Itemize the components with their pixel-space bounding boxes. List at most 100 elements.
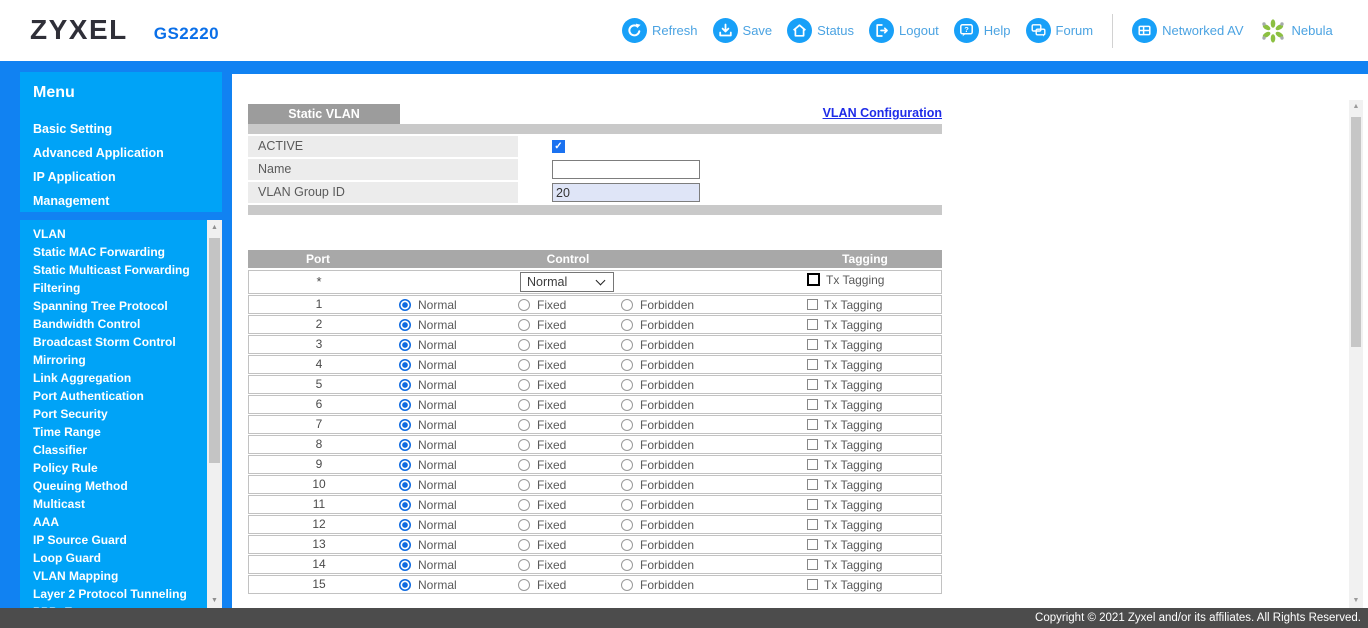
tx-tagging-checkbox[interactable] [807, 299, 818, 310]
sidebar-subitem-layer-2-protocol-tunneling[interactable]: Layer 2 Protocol Tunneling [33, 585, 205, 603]
control-radio-normal[interactable]: Normal [399, 476, 457, 493]
radio-selected-icon[interactable] [399, 299, 411, 311]
nebula-button[interactable]: Nebula [1259, 17, 1333, 45]
control-radio-forbidden[interactable]: Forbidden [621, 516, 694, 533]
control-radio-fixed[interactable]: Fixed [518, 376, 566, 393]
sidebar-subitem-multicast[interactable]: Multicast [33, 495, 205, 513]
control-radio-fixed[interactable]: Fixed [518, 416, 566, 433]
sidebar-subitem-mirroring[interactable]: Mirroring [33, 351, 205, 369]
control-radio-normal[interactable]: Normal [399, 296, 457, 313]
radio-unselected-icon[interactable] [621, 519, 633, 531]
name-input[interactable] [552, 160, 700, 179]
control-radio-normal[interactable]: Normal [399, 496, 457, 513]
tx-tagging-checkbox[interactable] [807, 559, 818, 570]
radio-unselected-icon[interactable] [621, 539, 633, 551]
control-radio-fixed[interactable]: Fixed [518, 336, 566, 353]
tx-tagging-checkbox[interactable] [807, 519, 818, 530]
sidebar-scrollbar[interactable]: ▲ ▼ [207, 220, 222, 608]
radio-selected-icon[interactable] [399, 519, 411, 531]
sidebar-subitem-port-security[interactable]: Port Security [33, 405, 205, 423]
control-radio-normal[interactable]: Normal [399, 536, 457, 553]
tx-tagging-checkbox[interactable] [807, 439, 818, 450]
sidebar-subitem-classifier[interactable]: Classifier [33, 441, 205, 459]
radio-unselected-icon[interactable] [621, 379, 633, 391]
radio-unselected-icon[interactable] [518, 399, 530, 411]
active-checkbox[interactable]: ✓ [552, 140, 565, 153]
radio-selected-icon[interactable] [399, 539, 411, 551]
radio-unselected-icon[interactable] [518, 359, 530, 371]
sidebar-item-management[interactable]: Management [33, 189, 164, 213]
control-radio-fixed[interactable]: Fixed [518, 396, 566, 413]
control-radio-normal[interactable]: Normal [399, 576, 457, 593]
control-radio-normal[interactable]: Normal [399, 556, 457, 573]
radio-unselected-icon[interactable] [621, 359, 633, 371]
vlan-group-id-input[interactable] [552, 183, 700, 202]
tx-tagging-checkbox[interactable] [807, 539, 818, 550]
networked-av-button[interactable]: Networked AV [1132, 18, 1243, 43]
sidebar-subitem-aaa[interactable]: AAA [33, 513, 205, 531]
radio-selected-icon[interactable] [399, 339, 411, 351]
radio-unselected-icon[interactable] [621, 559, 633, 571]
control-radio-fixed[interactable]: Fixed [518, 296, 566, 313]
radio-unselected-icon[interactable] [621, 439, 633, 451]
tx-tagging-checkbox[interactable] [807, 579, 818, 590]
scroll-down-icon[interactable]: ▼ [207, 593, 222, 608]
sidebar-item-basic-setting[interactable]: Basic Setting [33, 117, 164, 141]
sidebar-subitem-time-range[interactable]: Time Range [33, 423, 205, 441]
radio-selected-icon[interactable] [399, 479, 411, 491]
scroll-up-icon[interactable]: ▲ [1349, 100, 1363, 114]
radio-unselected-icon[interactable] [518, 459, 530, 471]
radio-unselected-icon[interactable] [621, 459, 633, 471]
sidebar-subitem-spanning-tree-protocol[interactable]: Spanning Tree Protocol [33, 297, 205, 315]
sidebar-subitem-vlan[interactable]: VLAN [33, 225, 205, 243]
radio-selected-icon[interactable] [399, 439, 411, 451]
control-radio-forbidden[interactable]: Forbidden [621, 556, 694, 573]
sidebar-subitem-port-authentication[interactable]: Port Authentication [33, 387, 205, 405]
control-radio-normal[interactable]: Normal [399, 436, 457, 453]
scroll-down-icon[interactable]: ▼ [1349, 594, 1363, 608]
radio-unselected-icon[interactable] [518, 499, 530, 511]
radio-selected-icon[interactable] [399, 579, 411, 591]
sidebar-subitem-bandwidth-control[interactable]: Bandwidth Control [33, 315, 205, 333]
refresh-button[interactable]: Refresh [622, 18, 698, 43]
radio-unselected-icon[interactable] [518, 299, 530, 311]
radio-selected-icon[interactable] [399, 499, 411, 511]
control-radio-forbidden[interactable]: Forbidden [621, 436, 694, 453]
control-radio-forbidden[interactable]: Forbidden [621, 416, 694, 433]
tx-tagging-checkbox[interactable] [807, 359, 818, 370]
control-radio-fixed[interactable]: Fixed [518, 576, 566, 593]
control-radio-forbidden[interactable]: Forbidden [621, 376, 694, 393]
status-button[interactable]: Status [787, 18, 854, 43]
control-radio-forbidden[interactable]: Forbidden [621, 456, 694, 473]
radio-unselected-icon[interactable] [518, 439, 530, 451]
control-radio-forbidden[interactable]: Forbidden [621, 576, 694, 593]
control-radio-fixed[interactable]: Fixed [518, 476, 566, 493]
forum-button[interactable]: Forum [1026, 18, 1094, 43]
logout-button[interactable]: Logout [869, 18, 939, 43]
save-button[interactable]: Save [713, 18, 773, 43]
radio-unselected-icon[interactable] [518, 319, 530, 331]
radio-unselected-icon[interactable] [621, 579, 633, 591]
control-radio-normal[interactable]: Normal [399, 396, 457, 413]
scroll-up-icon[interactable]: ▲ [207, 220, 222, 235]
control-radio-normal[interactable]: Normal [399, 456, 457, 473]
sidebar-item-advanced-application[interactable]: Advanced Application [33, 141, 164, 165]
sidebar-subitem-filtering[interactable]: Filtering [33, 279, 205, 297]
content-scrollbar[interactable]: ▲ ▼ [1349, 100, 1363, 608]
control-select[interactable]: Normal [520, 272, 614, 292]
radio-selected-icon[interactable] [399, 559, 411, 571]
sidebar-subitem-loop-guard[interactable]: Loop Guard [33, 549, 205, 567]
radio-unselected-icon[interactable] [621, 299, 633, 311]
radio-unselected-icon[interactable] [518, 559, 530, 571]
radio-unselected-icon[interactable] [621, 319, 633, 331]
control-radio-normal[interactable]: Normal [399, 356, 457, 373]
tx-tagging-checkbox[interactable] [807, 479, 818, 490]
radio-unselected-icon[interactable] [621, 399, 633, 411]
control-radio-fixed[interactable]: Fixed [518, 536, 566, 553]
control-radio-forbidden[interactable]: Forbidden [621, 496, 694, 513]
control-radio-normal[interactable]: Normal [399, 376, 457, 393]
sidebar-subitem-vlan-mapping[interactable]: VLAN Mapping [33, 567, 205, 585]
sidebar-subitem-link-aggregation[interactable]: Link Aggregation [33, 369, 205, 387]
tx-tagging-checkbox[interactable] [807, 419, 818, 430]
control-radio-forbidden[interactable]: Forbidden [621, 396, 694, 413]
